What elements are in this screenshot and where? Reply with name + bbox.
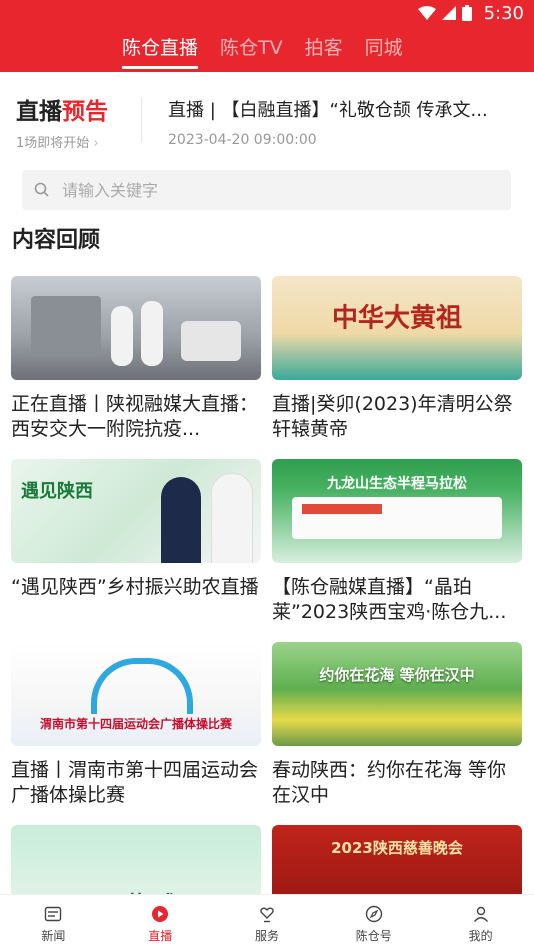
card-thumbnail: 九龙山生态半程马拉松 xyxy=(272,459,522,563)
nav-service[interactable]: 服务 xyxy=(214,895,321,949)
card-thumbnail xyxy=(11,276,261,380)
card-title: 正在直播丨陕视融媒大直播：西安交大一附院抗疫... xyxy=(11,393,259,440)
tab-chencang-tv[interactable]: 陈仓TV xyxy=(220,33,283,69)
search-input[interactable] xyxy=(60,179,484,201)
card-thumbnail: 中华大黄祖 xyxy=(272,276,522,380)
status-icons xyxy=(418,5,472,21)
heart-hand-icon xyxy=(260,907,274,923)
search-bar xyxy=(22,170,511,210)
content-card[interactable]: 九龙山生态半程马拉松 【陈仓融媒直播】“晶珀莱”2023陕西宝鸡·陈仓九... xyxy=(272,459,522,625)
nav-live[interactable]: 直播 xyxy=(107,895,214,949)
card-thumbnail: 遇见陕西 xyxy=(11,459,261,563)
tab-chencang-live[interactable]: 陈仓直播 xyxy=(122,33,199,69)
content-card[interactable]: 中华大黄祖 直播|癸卯(2023)年清明公祭轩辕黄帝 xyxy=(272,276,522,442)
card-thumbnail: 约你在花海 等你在汉中 xyxy=(272,642,522,746)
status-bar: 5:30 xyxy=(0,0,534,28)
search-icon xyxy=(34,182,49,197)
divider xyxy=(141,98,142,142)
nav-chencang-hao[interactable]: 陈仓号 xyxy=(320,895,427,949)
section-title: 内容回顾 xyxy=(12,228,101,253)
thumbnail-caption: 2023陕西慈善晚会 xyxy=(331,839,463,857)
tab-tongcheng[interactable]: 同城 xyxy=(365,33,403,69)
top-tabs: 陈仓直播 陈仓TV 拍客 同城 xyxy=(122,33,403,69)
card-title: 【陈仓融媒直播】“晶珀莱”2023陕西宝鸡·陈仓九... xyxy=(272,576,507,623)
live-preview-item[interactable]: 直播 | 【白融直播】“礼敬仓颉 传承文... 2023-04-20 09:00… xyxy=(168,96,508,148)
live-preview-header[interactable]: 直播预告 1场即将开始 › xyxy=(16,92,120,151)
chevron-right-icon: › xyxy=(93,136,99,151)
card-title: 春动陕西：约你在花海 等你在汉中 xyxy=(272,759,507,806)
content-card[interactable]: 遇见陕西 “遇见陕西”乡村振兴助农直播 xyxy=(11,459,261,625)
bottom-nav: 新闻 直播 服务 陈仓号 我的 xyxy=(0,894,534,949)
wifi-icon xyxy=(418,6,436,20)
live-preview-title: 直播预告 xyxy=(16,99,108,125)
card-title: 直播丨渭南市第十四届运动会广播体操比赛 xyxy=(11,759,259,806)
top-bar: 陈仓直播 陈仓TV 拍客 同城 xyxy=(0,28,534,72)
play-circle-icon xyxy=(152,906,169,922)
content-card[interactable]: 约你在花海 等你在汉中 春动陕西：约你在花海 等你在汉中 xyxy=(272,642,522,808)
card-title: “遇见陕西”乡村振兴助农直播 xyxy=(11,576,259,598)
live-preview-subtitle: 1场即将开始 › xyxy=(16,136,99,151)
tab-paike[interactable]: 拍客 xyxy=(305,33,343,69)
battery-icon xyxy=(462,5,472,21)
thumbnail-caption: 渭南市第十四届运动会广播体操比赛 xyxy=(39,717,232,731)
status-time: 5:30 xyxy=(483,3,524,24)
live-item-title: 直播 | 【白融直播】“礼敬仓颉 传承文... xyxy=(168,100,488,121)
compass-icon xyxy=(365,905,382,923)
content-card[interactable]: 正在直播丨陕视融媒大直播：西安交大一附院抗疫... xyxy=(11,276,261,442)
live-item-time: 2023-04-20 09:00:00 xyxy=(168,132,317,148)
nav-mine[interactable]: 我的 xyxy=(427,895,534,949)
content-card[interactable]: 渭南市第十四届运动会广播体操比赛 直播丨渭南市第十四届运动会广播体操比赛 xyxy=(11,642,261,808)
signal-icon xyxy=(442,6,456,20)
nav-news[interactable]: 新闻 xyxy=(0,895,107,949)
user-icon xyxy=(473,906,488,922)
news-icon xyxy=(45,906,62,922)
card-title: 直播|癸卯(2023)年清明公祭轩辕黄帝 xyxy=(272,393,513,440)
card-thumbnail: 渭南市第十四届运动会广播体操比赛 xyxy=(11,642,261,746)
thumbnail-caption: 约你在花海 等你在汉中 xyxy=(319,666,475,684)
thumbnail-caption: 中华大黄祖 xyxy=(331,303,462,334)
thumbnail-caption: 九龙山生态半程马拉松 xyxy=(327,476,467,492)
